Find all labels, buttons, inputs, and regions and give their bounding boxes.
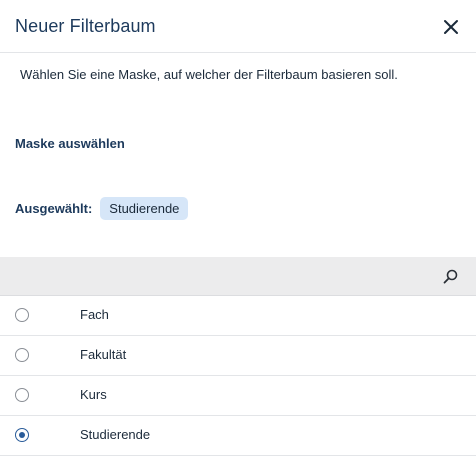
list-item-label: Fach — [80, 307, 109, 322]
list-item-label: Fakultät — [80, 347, 127, 362]
list-item-studierende[interactable]: Studierende — [0, 416, 476, 456]
radio-button[interactable] — [15, 428, 29, 442]
list-item-label: Kurs — [80, 387, 107, 402]
search-bar — [0, 257, 476, 296]
list-item-fach[interactable]: Fach — [0, 296, 476, 336]
radio-button[interactable] — [15, 388, 29, 402]
list-item-kurs[interactable]: Kurs — [0, 376, 476, 416]
search-button[interactable] — [442, 268, 460, 286]
section-title-select-mask: Maske auswählen — [15, 136, 125, 151]
mask-list: Fach Fakultät Kurs Studierende — [0, 296, 476, 456]
close-button[interactable] — [441, 17, 461, 37]
radio-button[interactable] — [15, 348, 29, 362]
dialog-title: Neuer Filterbaum — [15, 16, 156, 36]
selected-mask-row: Ausgewählt: Studierende — [15, 196, 189, 220]
search-icon — [443, 269, 458, 284]
list-item-fakultaet[interactable]: Fakultät — [0, 336, 476, 376]
dialog-header: Neuer Filterbaum — [0, 0, 476, 53]
intro-text: Wählen Sie eine Maske, auf welcher der F… — [20, 67, 398, 82]
new-filter-tree-dialog: Neuer Filterbaum Wählen Sie eine Maske, … — [0, 0, 476, 457]
radio-button[interactable] — [15, 308, 29, 322]
selected-label: Ausgewählt: — [15, 200, 93, 216]
selected-mask-chip: Studierende — [100, 196, 189, 220]
list-item-label: Studierende — [80, 427, 151, 442]
close-icon — [444, 20, 458, 34]
